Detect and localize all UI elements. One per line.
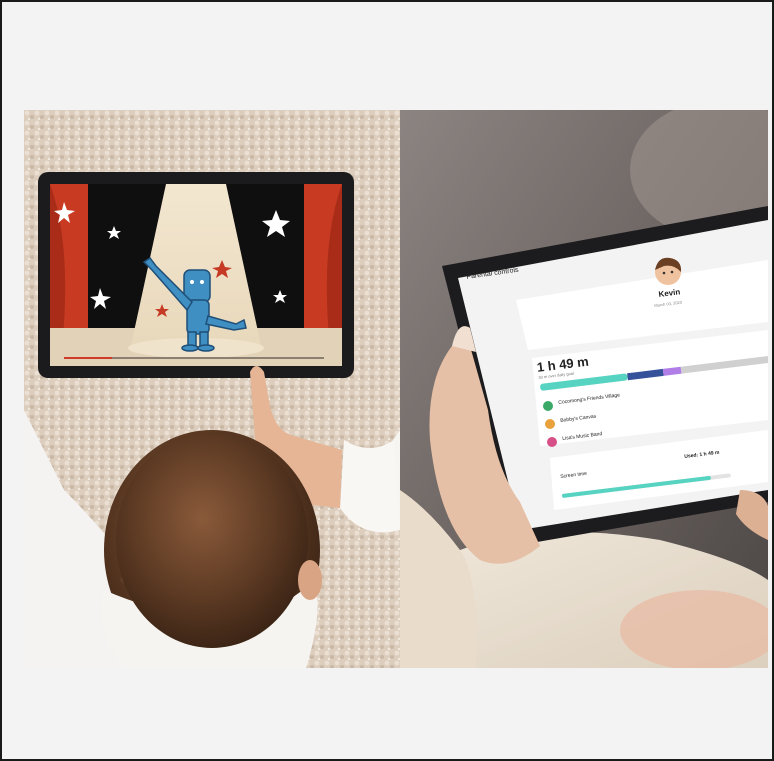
app-icon-lisa: [547, 437, 557, 447]
image-frame: Parental controls Kevin March 03, 2020 1…: [0, 0, 774, 761]
tablet-left: [38, 172, 354, 378]
child-tablet-illustration: [24, 110, 400, 668]
app-icon-bobby: [545, 419, 555, 429]
app-icon-cocomong: [543, 401, 553, 411]
right-photo-parent-with-tablet: Parental controls Kevin March 03, 2020 1…: [400, 110, 768, 668]
parent-tablet-illustration: [400, 110, 768, 668]
left-photo-child-with-tablet: [24, 110, 400, 668]
